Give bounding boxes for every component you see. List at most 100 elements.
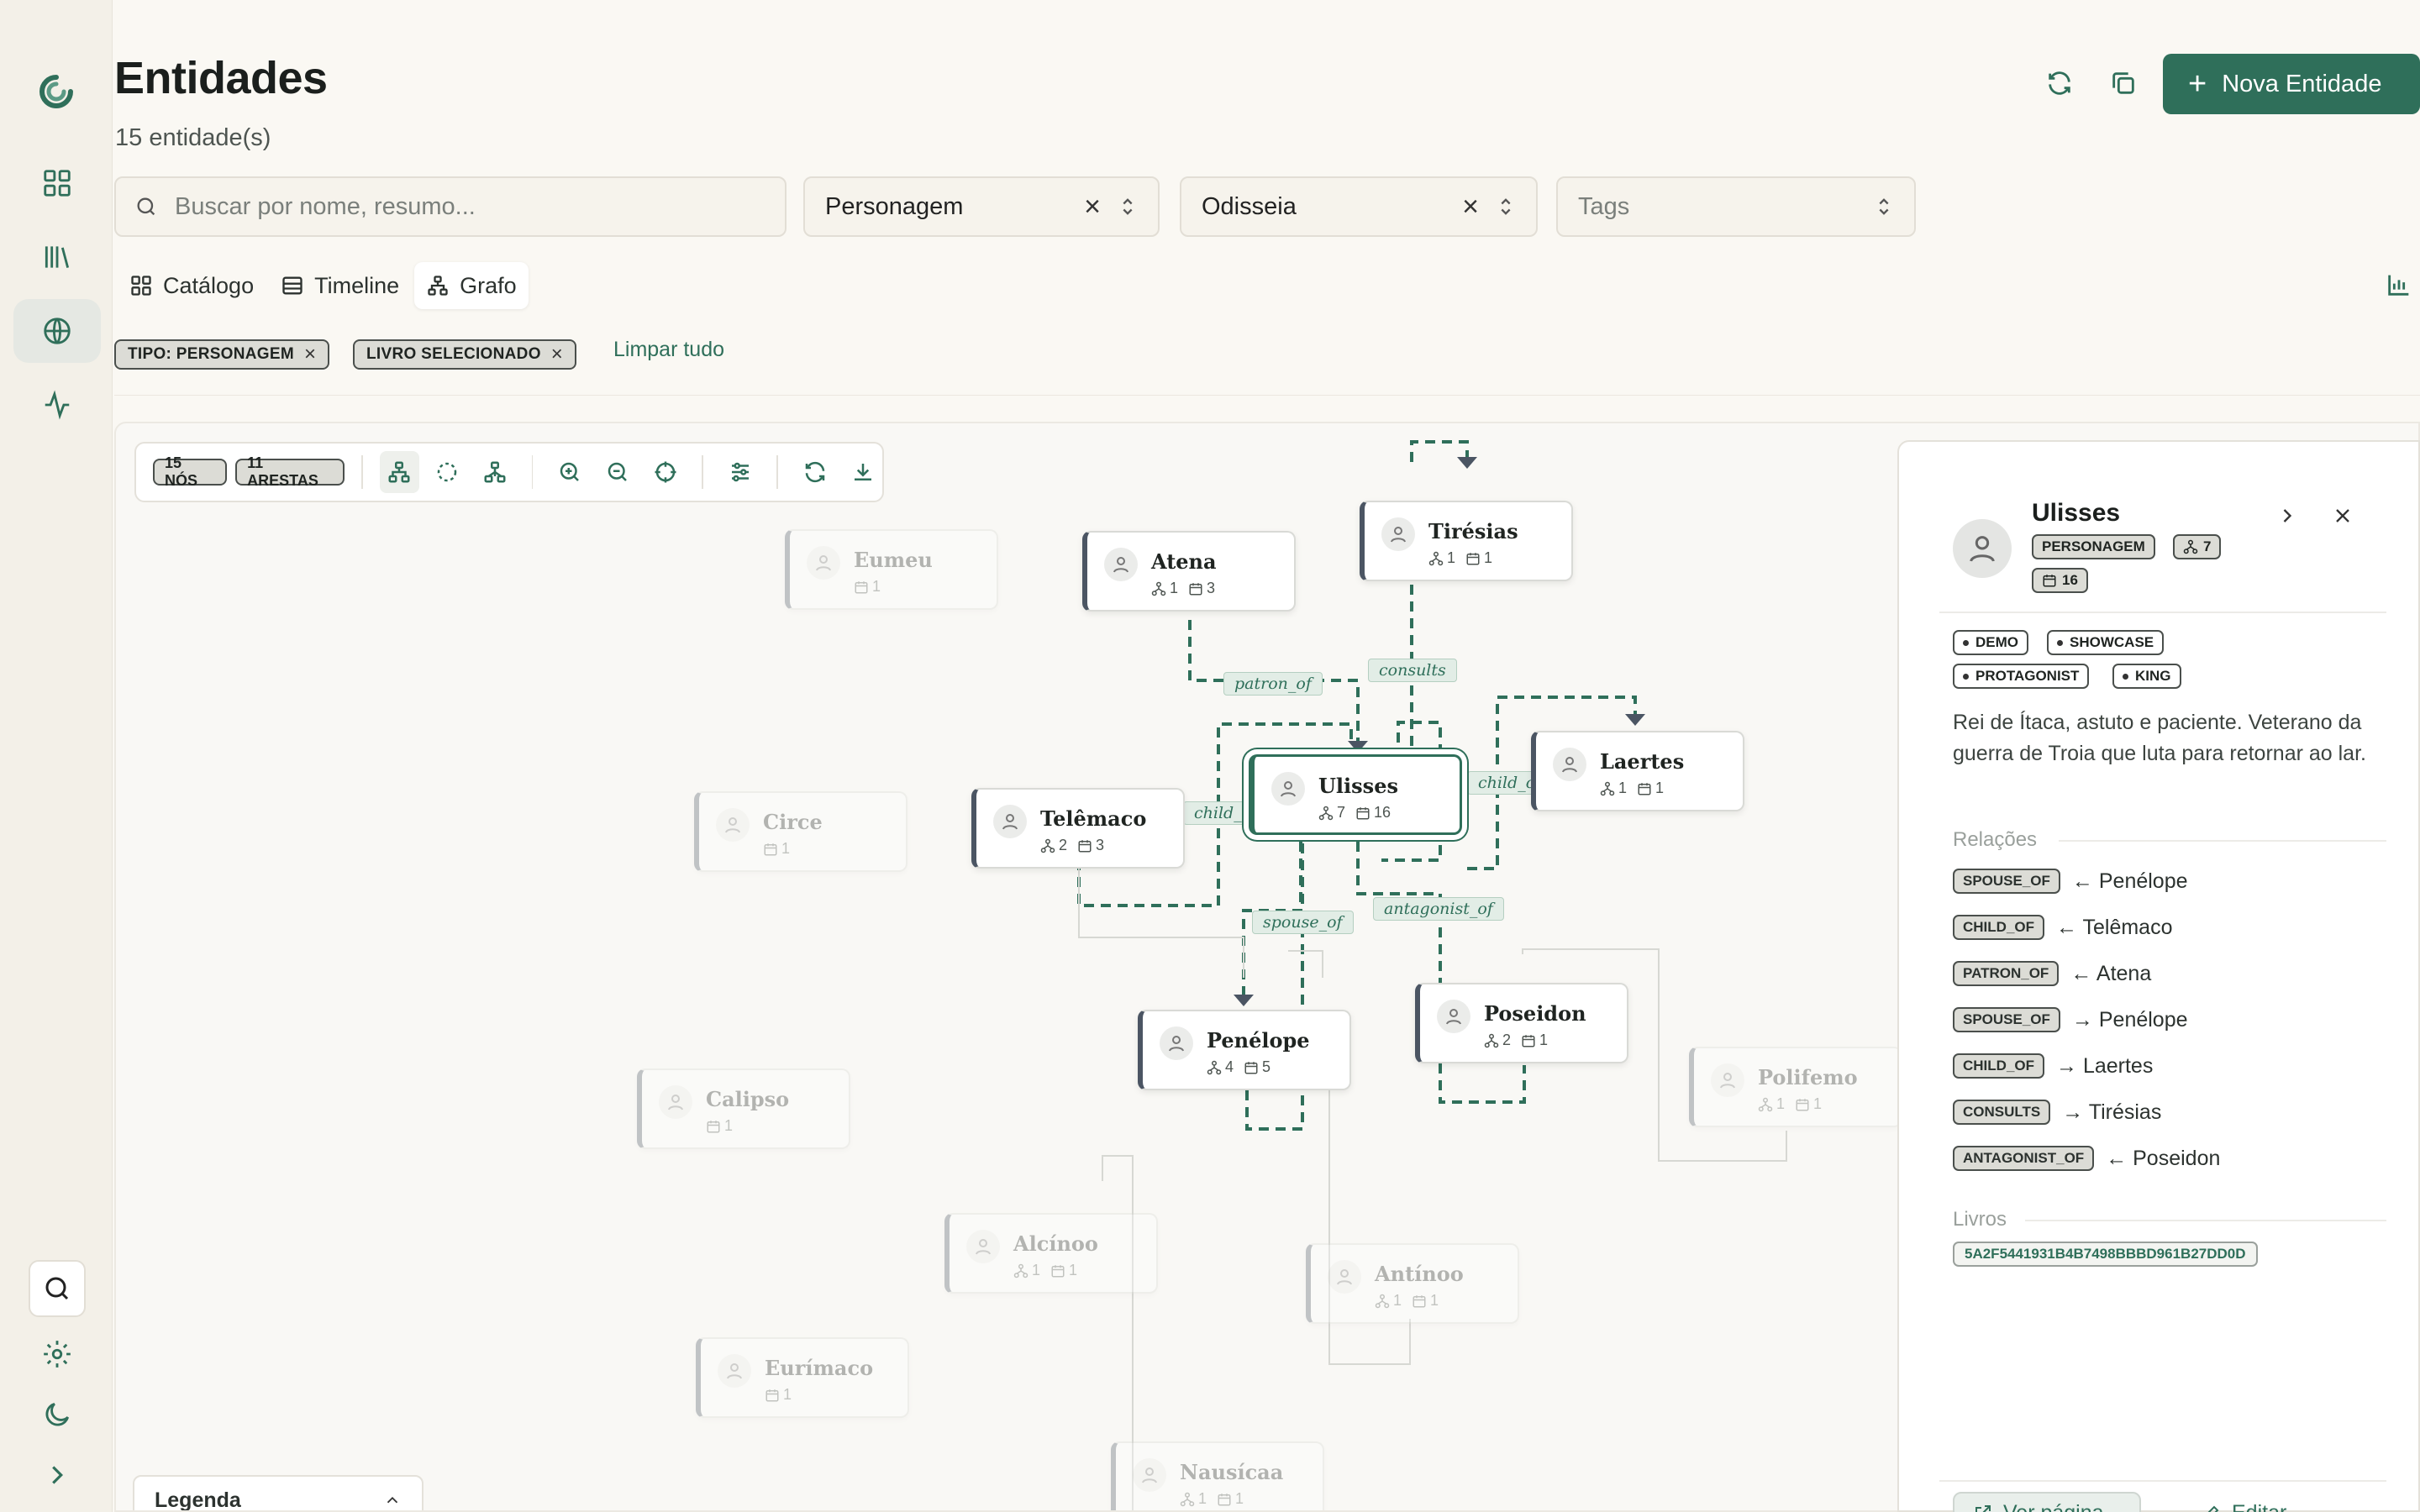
search-icon (45, 1277, 69, 1300)
node-name: Nausícaa (1180, 1460, 1284, 1484)
refresh-button[interactable] (2040, 64, 2079, 102)
graph-node-circe[interactable]: Circe 1 (694, 791, 908, 872)
zoom-out-button[interactable] (597, 451, 637, 493)
graph-node-alcinoo[interactable]: Alcínoo 11 (944, 1213, 1158, 1294)
node-books-count: 1 (854, 578, 881, 596)
graph-settings-button[interactable] (720, 451, 760, 493)
node-books-count: 3 (1188, 580, 1215, 597)
sidebar-item-library[interactable] (13, 225, 101, 289)
view-page-button[interactable]: Ver página (1953, 1492, 2141, 1512)
graph-node-eurimaco[interactable]: Eurímaco 1 (696, 1337, 909, 1418)
relation-item[interactable]: PATRON_OF ← Atena (1953, 961, 2151, 986)
graph-node-poseidon[interactable]: Poseidon 21 (1415, 983, 1628, 1063)
theme-toggle-button[interactable] (13, 1383, 101, 1446)
close-panel-button[interactable] (2328, 501, 2358, 531)
relation-target: → Laertes (2056, 1053, 2154, 1078)
type-select[interactable]: Personagem × (803, 176, 1160, 237)
relations-count: 7 (2203, 538, 2212, 554)
node-books-count: 1 (1521, 1032, 1548, 1049)
node-name: Calipso (706, 1087, 790, 1111)
search-field[interactable] (114, 176, 786, 237)
duplicate-button[interactable] (2104, 64, 2143, 102)
graph-node-telemaco[interactable]: Telêmaco 23 (971, 788, 1185, 869)
relation-item[interactable]: CHILD_OF ← Telêmaco (1953, 915, 2173, 940)
relation-item[interactable]: CHILD_OF → Laertes (1953, 1053, 2153, 1079)
clear-book-icon[interactable]: × (1462, 191, 1479, 223)
tag-label: SHOWCASE (2070, 634, 2154, 650)
search-icon (137, 197, 155, 216)
chevron-right-icon (2283, 509, 2292, 522)
book-id-badge[interactable]: 5A2F5441931B4B7498BBBD961B27DD0D (1953, 1242, 2258, 1267)
divider (1939, 1480, 2386, 1482)
graph-node-ulisses[interactable]: Ulisses 7 16 (1249, 754, 1462, 835)
calendar-icon (1466, 552, 1480, 564)
layout-tree-button[interactable] (476, 451, 515, 493)
sidebar-item-dashboard[interactable] (13, 151, 101, 215)
node-name: Eurímaco (765, 1356, 874, 1380)
relation-type: CONSULTS (1953, 1100, 2051, 1125)
graph-refresh-button[interactable] (795, 451, 834, 493)
layout-circular-button[interactable] (428, 451, 467, 493)
relation-target: ← Poseidon (2106, 1146, 2221, 1170)
graph-node-nausicaa[interactable]: Nausícaa 11 (1111, 1441, 1324, 1510)
toolbar-separator (531, 455, 534, 489)
legend-toggle[interactable]: Legenda (133, 1475, 424, 1512)
nodes-count-badge: 15 NÓS (153, 454, 228, 489)
zoom-out-icon (608, 462, 627, 481)
tab-graph[interactable]: Grafo (414, 262, 529, 309)
relation-target: ← Penélope (2071, 869, 2188, 893)
graph-node-polifemo[interactable]: Polifemo 11 (1689, 1047, 1902, 1127)
relation-type: PATRON_OF (1953, 961, 2060, 986)
relation-item[interactable]: CONSULTS → Tirésias (1953, 1100, 2161, 1125)
chevron-up-icon (387, 1496, 398, 1504)
tag-dot (2123, 673, 2128, 680)
refresh-icon (2049, 71, 2070, 95)
filter-chip-type[interactable]: TIPO: PERSONAGEM × (114, 339, 330, 370)
sidebar-item-entities[interactable] (13, 299, 101, 363)
calendar-icon (765, 1389, 779, 1401)
search-input[interactable] (175, 192, 729, 221)
graph-node-atena[interactable]: Atena 13 (1082, 531, 1296, 612)
node-books-count: 1 (1795, 1095, 1822, 1113)
graph-node-laertes[interactable]: Laertes 11 (1531, 731, 1744, 811)
filter-chip-book[interactable]: LIVRO SELECIONADO × (353, 339, 577, 370)
panel-toggle-icon[interactable] (2385, 270, 2413, 299)
relation-item[interactable]: SPOUSE_OF → Penélope (1953, 1007, 2188, 1032)
graph-node-antinoo[interactable]: Antínoo 11 (1306, 1243, 1519, 1324)
tags-select[interactable]: Tags (1556, 176, 1916, 237)
new-entity-button[interactable]: + Nova Entidade (2163, 54, 2420, 114)
relation-item[interactable]: ANTAGONIST_OF ← Poseidon (1953, 1146, 2220, 1171)
book-select[interactable]: Odisseia × (1180, 176, 1538, 237)
clear-all-link[interactable]: Limpar tudo (613, 338, 724, 362)
global-search-button[interactable] (29, 1260, 86, 1317)
node-relations-count: 2 (1040, 837, 1067, 854)
tab-catalog[interactable]: Catálogo (118, 262, 266, 309)
next-entity-button[interactable] (2272, 501, 2302, 531)
close-icon[interactable]: × (551, 343, 563, 366)
graph-node-eumeu[interactable]: Eumeu 1 (785, 529, 998, 610)
relation-item[interactable]: SPOUSE_OF ← Penélope (1953, 869, 2188, 894)
entity-count: 15 entidade(s) (115, 124, 271, 151)
zoom-in-button[interactable] (550, 451, 589, 493)
graph-node-penelope[interactable]: Penélope 45 (1138, 1010, 1351, 1090)
user-icon (1160, 1026, 1193, 1060)
export-button[interactable] (843, 451, 882, 493)
app-logo-icon[interactable] (37, 72, 76, 111)
graph-node-tiresias[interactable]: Tirésias 11 (1360, 501, 1573, 581)
close-icon[interactable]: × (304, 343, 316, 366)
tab-timeline[interactable]: Timeline (269, 262, 411, 309)
node-books-count: 1 (706, 1117, 733, 1135)
fit-view-button[interactable] (645, 451, 685, 493)
layout-hierarchical-button[interactable] (379, 451, 419, 493)
settings-button[interactable] (13, 1322, 101, 1386)
entity-name: Ulisses (2032, 499, 2121, 527)
edit-button[interactable]: Editar (2202, 1492, 2286, 1512)
grid-icon (44, 170, 71, 197)
graph-node-calipso[interactable]: Calipso 1 (637, 1068, 850, 1149)
expand-sidebar-button[interactable] (13, 1443, 101, 1507)
sidebar-item-activity[interactable] (13, 373, 101, 437)
clear-type-icon[interactable]: × (1084, 191, 1101, 223)
relations-icon (1013, 1263, 1028, 1278)
book-select-value: Odisseia (1202, 192, 1297, 220)
legend-label: Legenda (155, 1488, 241, 1512)
